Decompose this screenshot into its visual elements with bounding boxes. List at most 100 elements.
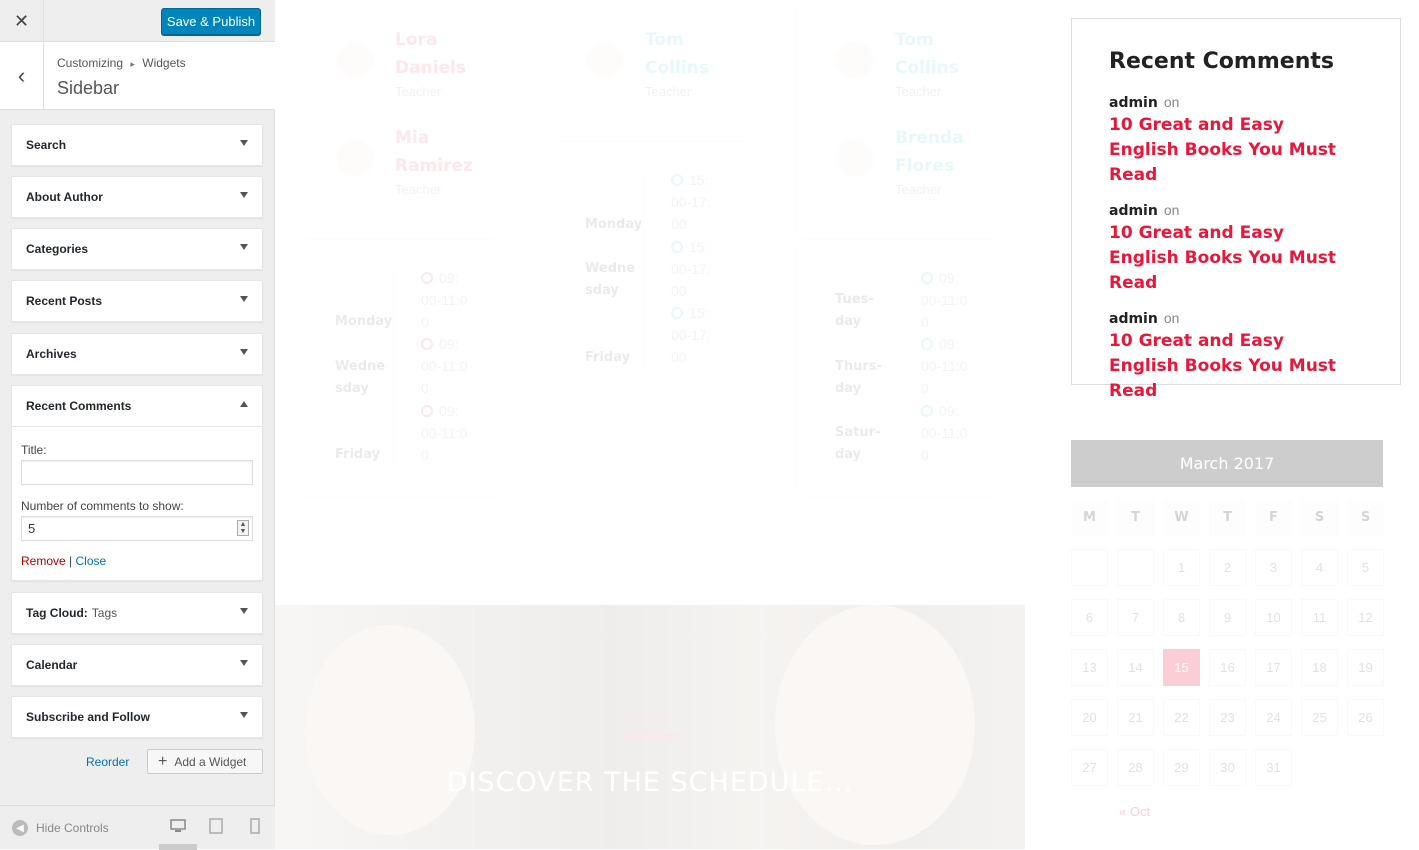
add-widget-label: Add a Widget xyxy=(174,754,247,769)
teacher-item[interactable]: Lora Daniels Teacher xyxy=(335,26,475,99)
chevron-down-icon[interactable] xyxy=(240,244,248,250)
widget-title: Tag Cloud: xyxy=(26,606,88,620)
widget-title: Archives xyxy=(26,347,77,361)
teacher-name[interactable]: Lora Daniels xyxy=(395,26,475,82)
chevron-down-icon[interactable] xyxy=(240,660,248,666)
widget-header[interactable]: Tag Cloud: Tags xyxy=(12,593,262,633)
widget-title: Subscribe and Follow xyxy=(26,710,151,724)
calendar-day-cell: 10 xyxy=(1255,599,1292,636)
comment-post-link[interactable]: 10 Great and Easy English Books You Must… xyxy=(1109,329,1359,404)
avatar xyxy=(335,138,375,178)
desktop-icon[interactable] xyxy=(169,818,187,834)
calendar-day-cell: 29 xyxy=(1163,749,1200,786)
clock-icon xyxy=(671,174,683,186)
widget-subscribe-follow[interactable]: Subscribe and Follow xyxy=(11,696,263,738)
comment-post-link[interactable]: 10 Great and Easy English Books You Must… xyxy=(1109,221,1359,296)
calendar-day-cell: 30 xyxy=(1209,749,1246,786)
widget-header[interactable]: Archives xyxy=(12,334,262,374)
calendar-today-cell: 15 xyxy=(1163,649,1200,686)
comment-on: on xyxy=(1163,202,1180,218)
widget-header[interactable]: Recent Comments xyxy=(12,386,262,426)
teacher-name[interactable]: Brenda Flores xyxy=(895,124,975,180)
save-publish-button[interactable]: Save & Publish xyxy=(161,8,261,35)
weekday-header: T xyxy=(1117,499,1154,536)
back-arrow-icon[interactable]: ‹ xyxy=(0,42,44,109)
comment-author: admin xyxy=(1109,311,1158,327)
chevron-down-icon[interactable] xyxy=(240,608,248,614)
schedule-day: Tues- day xyxy=(835,292,874,329)
widget-header[interactable]: Search xyxy=(12,125,262,165)
close-link[interactable]: Close xyxy=(76,554,107,568)
widget-search[interactable]: Search xyxy=(11,124,263,166)
chevron-down-icon[interactable] xyxy=(240,349,248,355)
close-icon[interactable]: ✕ xyxy=(0,0,44,42)
widget-recent-posts[interactable]: Recent Posts xyxy=(11,280,263,322)
calendar-day-cell: 6 xyxy=(1071,599,1108,636)
mobile-icon[interactable] xyxy=(246,818,264,834)
widget-categories[interactable]: Categories xyxy=(11,228,263,270)
calendar-day-cell: 26 xyxy=(1347,699,1384,736)
widget-header[interactable]: Subscribe and Follow xyxy=(12,697,262,737)
customizer-header: ✕ Save & Publish xyxy=(0,0,275,42)
teacher-item[interactable]: Mia Ramirez Teacher xyxy=(335,124,475,197)
hide-controls-button[interactable]: ◀ Hide Controls xyxy=(12,820,109,836)
teacher-item[interactable]: Brenda Flores Teacher xyxy=(835,124,975,197)
calendar-day-cell: 22 xyxy=(1163,699,1200,736)
widget-header[interactable]: Recent Posts xyxy=(12,281,262,321)
calendar-day-cell: 4 xyxy=(1301,549,1338,586)
comment-post-link[interactable]: 10 Great and Easy English Books You Must… xyxy=(1109,113,1359,188)
teacher-name[interactable]: Mia Ramirez xyxy=(395,124,475,180)
teacher-item[interactable]: Tom Collins Teacher xyxy=(585,26,725,99)
widget-header[interactable]: About Author xyxy=(12,177,262,217)
calendar-caption: March 2017 xyxy=(1071,440,1383,487)
avatar xyxy=(835,40,875,80)
calendar-day-cell: 13 xyxy=(1071,649,1108,686)
schedule-time: 09: 00-11:0 0 xyxy=(921,336,968,396)
schedule-day: Friday xyxy=(585,350,631,365)
stepper-arrows-icon[interactable]: ▲ ▼ xyxy=(237,520,249,536)
schedule-time: 15: 00-17: 00 xyxy=(671,239,711,299)
calendar-prev-link[interactable]: « Oct xyxy=(1119,804,1383,819)
clock-icon xyxy=(421,272,433,284)
teacher-role: Teacher xyxy=(895,84,942,99)
widget-recent-comments[interactable]: Recent Comments Title: Number of comment… xyxy=(11,385,263,581)
count-stepper[interactable]: ▲▼ xyxy=(21,516,253,541)
comment-author: admin xyxy=(1109,203,1158,219)
teacher-name[interactable]: Tom Collins xyxy=(645,26,725,82)
widget-tag-cloud[interactable]: Tag Cloud: Tags xyxy=(11,592,263,634)
remove-link[interactable]: Remove xyxy=(21,554,66,568)
calendar-day-cell: 28 xyxy=(1117,749,1154,786)
calendar-day-cell: 7 xyxy=(1117,599,1154,636)
widget-header[interactable]: Categories xyxy=(12,229,262,269)
calendar-day-cell: 20 xyxy=(1071,699,1108,736)
weekday-header: S xyxy=(1347,499,1384,536)
chevron-down-icon[interactable] xyxy=(240,296,248,302)
widget-about-author[interactable]: About Author xyxy=(11,176,263,218)
calendar-day-cell: 23 xyxy=(1209,699,1246,736)
teacher-role: Teacher xyxy=(395,84,442,99)
weekday-header: W xyxy=(1163,499,1200,536)
teacher-item[interactable]: Tom Collins Teacher xyxy=(835,26,975,99)
calendar-day-cell: 1 xyxy=(1163,549,1200,586)
comment-item: admin on 10 Great and Easy English Books … xyxy=(1109,310,1363,404)
calendar-empty-cell xyxy=(1071,549,1108,586)
active-device-indicator xyxy=(159,844,197,850)
chevron-up-icon[interactable] xyxy=(240,401,248,407)
teacher-name[interactable]: Tom Collins xyxy=(895,26,975,82)
widget-archives[interactable]: Archives xyxy=(11,333,263,375)
calendar-day-cell: 19 xyxy=(1347,649,1384,686)
widget-calendar[interactable]: Calendar xyxy=(11,644,263,686)
add-widget-button[interactable]: + Add a Widget xyxy=(147,749,263,774)
title-field[interactable] xyxy=(21,460,253,485)
chevron-down-icon[interactable] xyxy=(240,140,248,146)
widget-title: Search xyxy=(26,138,67,152)
calendar-day-cell: 18 xyxy=(1301,649,1338,686)
schedule-day: Wedne sday xyxy=(585,261,636,298)
breadcrumb-parent: Customizing xyxy=(57,56,124,70)
tablet-icon[interactable] xyxy=(207,818,225,834)
chevron-down-icon[interactable] xyxy=(240,712,248,718)
reorder-link[interactable]: Reorder xyxy=(86,755,129,769)
chevron-down-icon[interactable] xyxy=(240,192,248,198)
count-field[interactable] xyxy=(21,516,253,541)
widget-header[interactable]: Calendar xyxy=(12,645,262,685)
